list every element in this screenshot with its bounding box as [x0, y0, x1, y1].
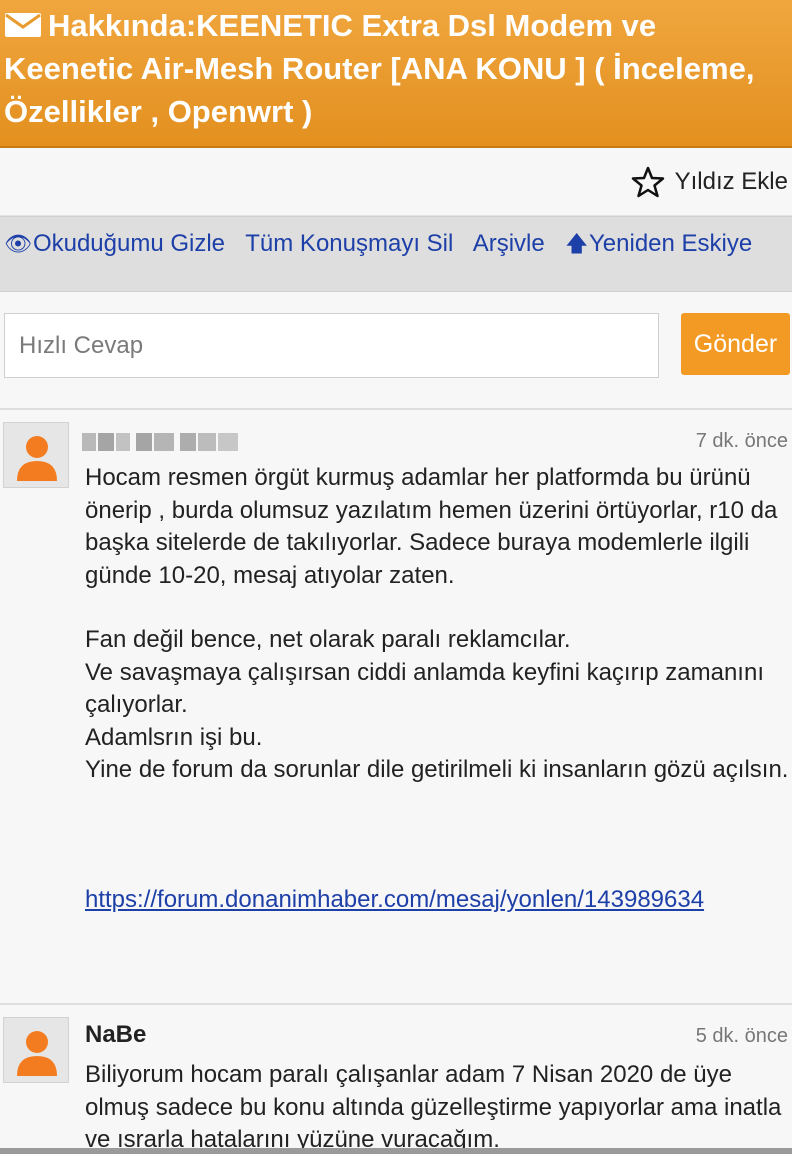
add-star-button[interactable]: Yıldız Ekle [675, 168, 788, 196]
star-outline-icon[interactable] [631, 165, 665, 199]
bottom-scroll-bar [0, 1148, 792, 1154]
user-avatar-icon [17, 1031, 57, 1076]
post-paragraph: Biliyorum hocam paralı çalışanlar adam 7… [85, 1061, 782, 1153]
post-paragraph: Yine de forum da sorunlar dile getirilme… [85, 756, 789, 783]
post-username[interactable]: NaBe [85, 1021, 146, 1049]
send-button[interactable]: Gönder [681, 313, 790, 375]
post-paragraph: Fan değil bence, net olarak paralı rekla… [85, 626, 571, 653]
archive-link[interactable]: Arşivle [473, 230, 545, 257]
sort-link[interactable]: 🡅Yeniden Eskiye [565, 230, 752, 257]
post-body: Biliyorum hocam paralı çalışanlar adam 7… [85, 1059, 790, 1154]
quick-reply: Gönder [0, 292, 792, 410]
mail-icon [5, 13, 41, 37]
delete-conversation-link[interactable]: Tüm Konuşmayı Sil [245, 230, 453, 257]
blurred-username [82, 433, 238, 451]
post-body: Hocam resmen örgüt kurmuş adamlar her pl… [85, 462, 790, 916]
post-paragraph: Ve savaşmaya çalışırsan ciddi anlamda ke… [85, 658, 764, 719]
star-bar: Yıldız Ekle [0, 148, 792, 216]
topic-header: Hakkında:KEENETIC Extra Dsl Modem ve Kee… [0, 0, 792, 148]
post-paragraph: Adamlsrın işi bu. [85, 723, 263, 751]
hide-read-link[interactable]: 👁Okuduğumu Gizle [4, 230, 225, 257]
post-paragraph: Hocam resmen örgüt kurmuş adamlar her pl… [85, 464, 778, 589]
eye-icon: 👁 [4, 231, 32, 256]
post-time: 7 dk. önce [695, 430, 788, 452]
arrow-up-icon: 🡅 [565, 231, 588, 256]
quick-reply-input[interactable] [4, 313, 659, 378]
post: 7 dk. önce Hocam resmen örgüt kurmuş ada… [0, 410, 792, 1005]
avatar[interactable] [3, 1017, 69, 1083]
avatar[interactable] [3, 422, 69, 488]
user-avatar-icon [17, 436, 57, 481]
thread-actions: 👁Okuduğumu Gizle Tüm Konuşmayı Sil Arşiv… [0, 216, 792, 292]
post: NaBe 5 dk. önce Biliyorum hocam paralı ç… [0, 1005, 792, 1154]
post-time: 5 dk. önce [695, 1025, 788, 1047]
post-link[interactable]: https://forum.donanimhaber.com/mesaj/yon… [85, 886, 704, 913]
topic-title: Hakkında:KEENETIC Extra Dsl Modem ve Kee… [4, 8, 755, 129]
